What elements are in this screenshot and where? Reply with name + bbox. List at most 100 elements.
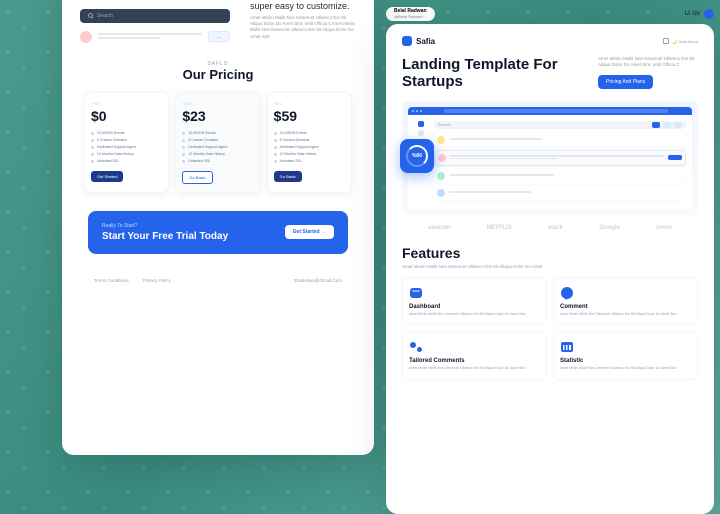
logo-google: Google [599, 225, 620, 231]
feature-card-tailored: Tailored Comments Amet Minim Mollit Non … [402, 331, 547, 380]
price-card-free: FREE $0 10,000GB Events 5 Custom Domains… [84, 92, 169, 193]
feature-item: Dedicated Support Agent [274, 144, 345, 151]
plan-button[interactable]: Get Started [91, 171, 123, 182]
logo-netflix: NETFLIX [487, 225, 512, 231]
url-bar [444, 109, 668, 113]
dark-mode-toggle[interactable]: 🌙 Dark Mood [663, 38, 698, 44]
feature-desc: Amet Minim Mollit Non Deserunt Ullamco E… [409, 366, 540, 371]
price-card-basic: BASIC $23 10,000GB Events 5 Custom Domai… [175, 92, 260, 193]
list-item[interactable] [434, 133, 686, 147]
footer-privacy-link[interactable]: Privacy Policy [143, 278, 171, 283]
customize-lorem: Amet Minim Mollit Non Deserunt Ullamco E… [250, 15, 356, 40]
panel-right: Safia 🌙 Dark Mood Landing Template For S… [386, 24, 714, 514]
cta-button[interactable]: Get Started → [285, 225, 334, 239]
footer-terms-link[interactable]: Terms Conditions [94, 278, 129, 283]
footer: Terms Conditions Privacy Policy 3Dalnetw… [80, 278, 356, 283]
feature-desc: Amet Minim Mollit Non Deserunt Ullamco E… [560, 366, 691, 371]
panel-left: Amet Minim Mollit Non Deserunt Ullamco E… [62, 0, 374, 455]
progress-value: %86 [406, 145, 428, 167]
features-grid: Dashboard Amet Minim Mollit Non Deserunt… [402, 277, 698, 380]
item-action-button[interactable]: — [208, 31, 230, 42]
feature-item: 5 Custom Domains [91, 137, 162, 144]
feature-item: 12 Months Data History [182, 151, 253, 158]
search-placeholder: Search [97, 13, 113, 19]
price-tier: PRO [274, 101, 345, 106]
feature-item: Dedicated Support Agent [91, 144, 162, 151]
statistic-icon [560, 340, 574, 354]
nav-icon[interactable] [418, 121, 424, 127]
feature-item: 10,000GB Events [182, 130, 253, 137]
action-button[interactable] [674, 122, 682, 128]
feature-item: Unlimited SSL [91, 158, 162, 165]
footer-email[interactable]: 3Dalnetwo@Gmail.Com [294, 278, 342, 283]
feature-item: 5 Custom Domains [182, 137, 253, 144]
price-tier: BASIC [182, 101, 253, 106]
browser-chrome [408, 107, 692, 115]
brand-row: Safia 🌙 Dark Mood [402, 36, 698, 46]
feature-item: 5 Custom Domains [274, 137, 345, 144]
feature-title: Comment [560, 304, 691, 310]
dashboard-mockup: %86 Search [402, 101, 698, 215]
tailored-icon [409, 340, 423, 354]
hero-cta-button[interactable]: Pricing And Plans [598, 75, 653, 89]
cta-title: Start Your Free Trial Today [102, 231, 228, 242]
feature-title: Tailored Comments [409, 358, 540, 364]
feature-item: 10,000GB Events [91, 130, 162, 137]
price-value: $23 [182, 108, 253, 124]
feature-item: Unlimited SSL [274, 158, 345, 165]
customize-title: super easy to customize. [250, 1, 356, 11]
logo-zoom: zoom [656, 225, 672, 231]
list-item[interactable] [434, 169, 686, 183]
logo-amazon: amazon [428, 225, 450, 231]
user-chip[interactable]: Belal Radwan @Belal Radwan [386, 7, 435, 21]
top-header: Belal Radwan @Belal Radwan Ui Ux [386, 6, 714, 22]
list-item[interactable] [434, 186, 686, 200]
plan-button[interactable]: Go Basic [182, 171, 212, 184]
feature-title: Dashboard [409, 304, 540, 310]
feature-item: 10,000GB Events [274, 130, 345, 137]
plan-button[interactable]: Go Basic [274, 171, 302, 182]
item-btn[interactable] [668, 155, 682, 160]
feature-item: Unlimited SSL [182, 158, 253, 165]
price-card-pro: PRO $59 10,000GB Events 5 Custom Domains… [267, 92, 352, 193]
nav-icon[interactable] [418, 130, 424, 136]
feature-item: Dedicated Support Agent [182, 144, 253, 151]
dash-search-input[interactable]: Search [434, 121, 686, 129]
uiux-avatar-icon [704, 9, 714, 19]
feature-item: 12 Months Data History [274, 151, 345, 158]
feature-list: 10,000GB Events 5 Custom Domains Dedicat… [274, 130, 345, 165]
search-icon [88, 13, 93, 18]
action-button[interactable] [663, 122, 671, 128]
dash-search-placeholder: Search [438, 122, 451, 127]
logos-row: amazon NETFLIX slack Google zoom [402, 225, 698, 231]
pricing-grid: FREE $0 10,000GB Events 5 Custom Domains… [80, 92, 356, 193]
feature-list: 10,000GB Events 5 Custom Domains Dedicat… [91, 130, 162, 165]
progress-badge: %86 [400, 139, 434, 173]
feature-title: Statistic [560, 358, 691, 364]
avatar-icon [80, 31, 92, 43]
features-title: Features [402, 245, 698, 261]
brand-name: Safia [416, 37, 435, 46]
cta-banner: Really To Start? Start Your Free Trial T… [88, 211, 348, 254]
feature-card-comment: Comment Amet Minim Mollit Non Deserunt U… [553, 277, 698, 326]
hero-title: Landing Template For Startups [402, 56, 586, 91]
uiux-label: Ui Ux [685, 11, 700, 17]
feature-card-statistic: Statistic Amet Minim Mollit Non Deserunt… [553, 331, 698, 380]
logo-slack: slack [548, 225, 563, 231]
user-handle: @Belal Radwan [394, 15, 427, 19]
brand-icon [402, 36, 412, 46]
uiux-tag: Ui Ux [685, 9, 714, 19]
feature-list: 10,000GB Events 5 Custom Domains Dedicat… [182, 130, 253, 165]
price-value: $59 [274, 108, 345, 124]
feature-desc: Amet Minim Mollit Non Deserunt Ullamco E… [560, 312, 691, 317]
cta-pretitle: Really To Start? [102, 223, 228, 229]
features-subtitle: Amet Minim Mollit Non Deserunt Ullamco E… [402, 264, 580, 269]
pricing-title: Our Pricing [80, 67, 356, 82]
price-value: $0 [91, 108, 162, 124]
dashboard-icon [409, 286, 423, 300]
search-input[interactable]: Search [80, 9, 230, 23]
feature-item: 12 Months Data History [91, 151, 162, 158]
action-button[interactable] [652, 122, 660, 128]
list-item[interactable] [434, 150, 686, 166]
price-tier: FREE [91, 101, 162, 106]
